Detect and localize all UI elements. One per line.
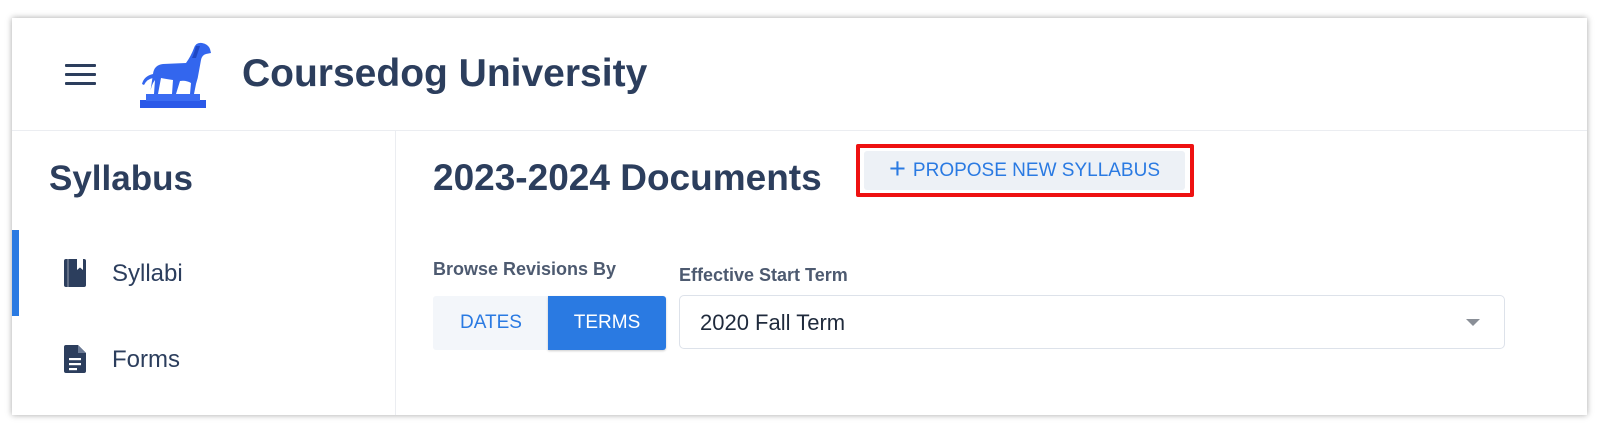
sidebar-item-label: Syllabi (112, 260, 183, 287)
page-title: 2023-2024 Documents (433, 157, 822, 198)
toggle-terms-button[interactable]: TERMS (548, 296, 666, 350)
sidebar-item-label: Forms (112, 346, 180, 373)
main-content: 2023-2024 Documents + PROPOSE NEW SYLLAB… (396, 131, 1587, 415)
select-value: 2020 Fall Term (700, 310, 846, 335)
document-icon (64, 345, 86, 373)
hamburger-menu-icon[interactable] (65, 64, 96, 86)
plus-icon: + (888, 153, 906, 185)
dog-statue-logo[interactable] (136, 40, 212, 110)
sidebar-item-forms[interactable]: Forms (12, 316, 395, 402)
effective-start-term-select[interactable]: 2020 Fall Term (679, 295, 1505, 349)
toggle-dates-button[interactable]: DATES (433, 296, 549, 350)
book-icon (64, 259, 86, 287)
top-bar: Coursedog University (12, 18, 1587, 131)
browse-revisions-label: Browse Revisions By (433, 259, 617, 279)
app-window: Coursedog University Syllabus Syllabi Fo… (12, 18, 1587, 415)
sidebar-title: Syllabus (49, 159, 193, 198)
chevron-down-icon (1466, 319, 1480, 326)
propose-new-syllabus-button[interactable]: + PROPOSE NEW SYLLABUS (864, 151, 1185, 190)
effective-start-term-label: Effective Start Term (679, 265, 848, 285)
propose-button-label: PROPOSE NEW SYLLABUS (912, 159, 1160, 181)
sidebar-item-syllabi[interactable]: Syllabi (12, 230, 395, 316)
sidebar: Syllabus Syllabi Forms (12, 131, 396, 415)
app-title: Coursedog University (242, 52, 648, 95)
